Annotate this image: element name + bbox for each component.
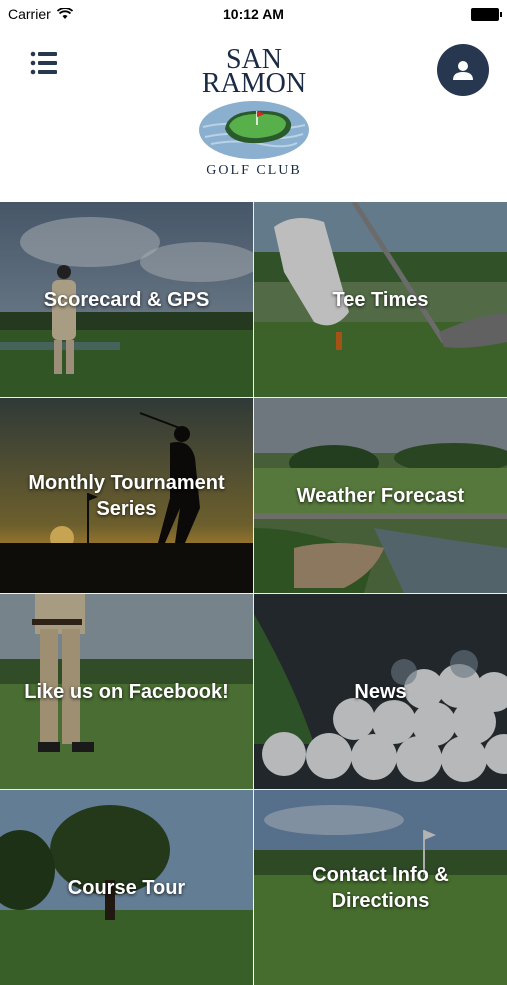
profile-button[interactable] (437, 44, 489, 96)
user-icon (453, 61, 473, 80)
tile-label: Scorecard & GPS (43, 288, 210, 311)
green-island-icon (199, 101, 309, 159)
tile-label: Tee Times (332, 288, 429, 311)
logo-title-line2: RAMON (201, 68, 307, 99)
tile-label: Like us on Facebook! (24, 680, 229, 703)
tile-scorecard-gps[interactable]: Scorecard & GPS (0, 202, 253, 397)
tile-monthly-tournament[interactable]: Monthly Tournament Series (0, 398, 253, 593)
status-bar: Carrier 10:12 AM (0, 0, 507, 28)
status-time: 10:12 AM (223, 6, 284, 22)
tile-facebook[interactable]: Like us on Facebook! (0, 594, 253, 789)
tile-weather-forecast[interactable]: Weather Forecast (254, 398, 507, 593)
list-icon (30, 51, 57, 75)
club-logo: SAN RAMON GOLF CLUB (190, 46, 318, 188)
tile-contact-directions[interactable]: Contact Info & Directions (254, 790, 507, 985)
app-header: SAN RAMON GOLF CLUB (0, 28, 507, 202)
tile-course-tour[interactable]: Course Tour (0, 790, 253, 985)
tile-label: News (354, 680, 407, 703)
carrier-label: Carrier (8, 6, 51, 22)
tile-label: Weather Forecast (296, 484, 465, 507)
wifi-icon (56, 8, 73, 19)
tile-label: Monthly Tournament Series (28, 471, 225, 520)
menu-button[interactable] (30, 50, 60, 76)
battery-icon (471, 7, 502, 21)
feature-grid: Scorecard & GPS Tee Times Monthly Tourna… (0, 202, 507, 985)
tile-news[interactable]: News (254, 594, 507, 789)
tile-tee-times[interactable]: Tee Times (254, 202, 507, 397)
logo-subtitle: GOLF CLUB (206, 163, 302, 178)
tile-label: Contact Info & Directions (312, 863, 449, 912)
tile-label: Course Tour (67, 876, 186, 899)
carrier-info: Carrier (0, 6, 73, 22)
